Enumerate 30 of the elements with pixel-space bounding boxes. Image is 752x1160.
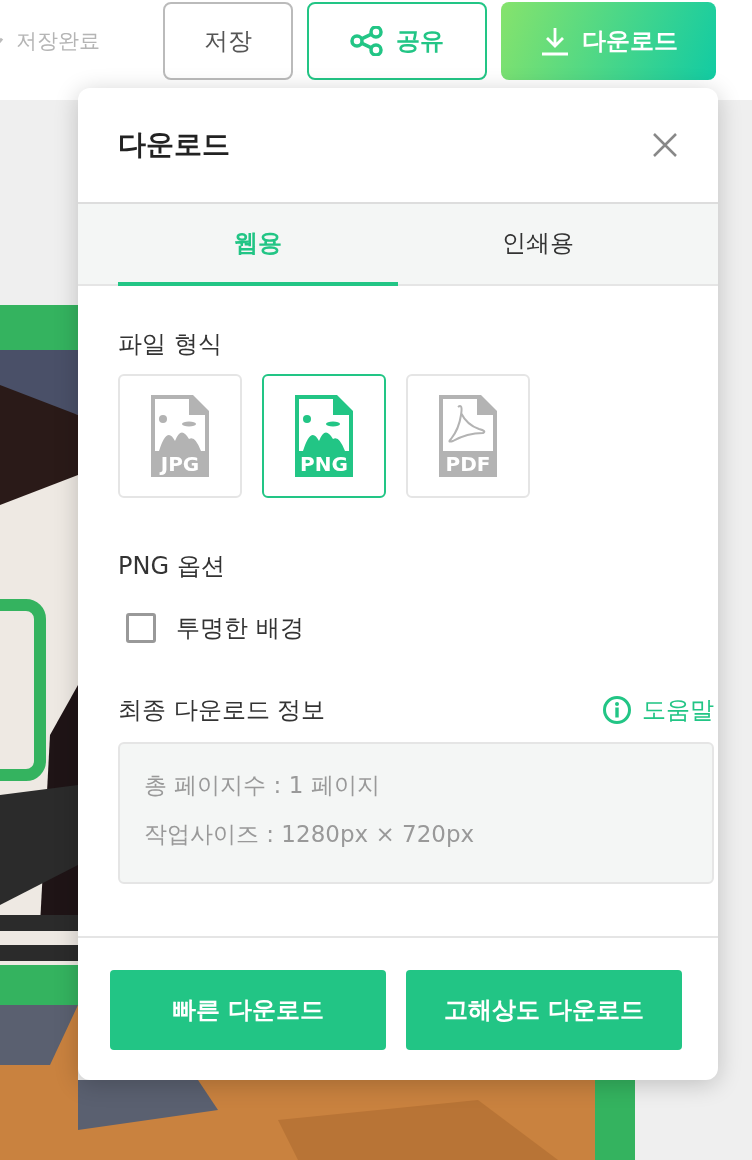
section-label: PNG 옵션	[118, 551, 226, 582]
tab[interactable]: 웹용	[118, 204, 398, 286]
help-link[interactable]: 도움말	[602, 694, 714, 726]
quick-download-button[interactable]: 빠른 다운로드	[110, 970, 386, 1050]
file-image-icon	[295, 395, 353, 477]
tab[interactable]: 인쇄용	[398, 204, 678, 286]
file-image-icon	[151, 395, 209, 477]
file-format-option[interactable]: PNG	[262, 374, 386, 498]
info-icon	[602, 695, 632, 725]
download-icon	[539, 26, 570, 56]
share-button[interactable]: 공유	[307, 2, 487, 80]
checkbox-label: 투명한 배경	[176, 613, 304, 644]
file-format-option[interactable]: PDF	[406, 374, 530, 498]
format-label: PDF	[444, 452, 492, 476]
file-format-option[interactable]: JPG	[118, 374, 242, 498]
summary-line: 작업사이즈 : 1280px × 720px	[144, 820, 476, 849]
pdf-file-icon	[439, 395, 497, 477]
save-button[interactable]: 저장	[163, 2, 293, 80]
high-resolution-download-button[interactable]: 고해상도 다운로드	[406, 970, 682, 1050]
summary-line: 총 페이지수 : 1 페이지	[144, 771, 381, 800]
section-label: 파일 형식	[118, 329, 223, 360]
checkbox[interactable]	[126, 613, 156, 643]
format-label: PNG	[299, 452, 349, 476]
save-status: 저장완료	[16, 28, 100, 55]
dialog-title: 다운로드	[118, 127, 230, 163]
section-label: 최종 다운로드 정보	[118, 695, 326, 726]
share-icon	[350, 26, 384, 56]
format-label: JPG	[158, 452, 201, 476]
download-button[interactable]: 다운로드	[501, 2, 716, 80]
close-icon[interactable]	[652, 132, 678, 158]
